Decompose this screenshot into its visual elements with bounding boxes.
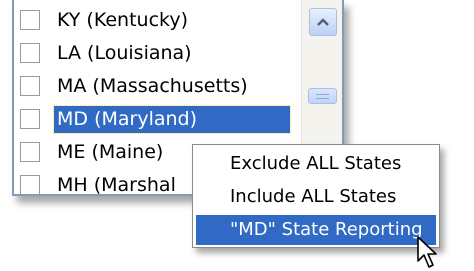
chevron-up-icon: [317, 18, 329, 26]
scroll-up-button[interactable]: [309, 8, 337, 36]
state-label: MD (Maryland): [53, 105, 291, 134]
state-row-la[interactable]: LA (Louisiana): [14, 37, 304, 70]
state-checkbox[interactable]: [20, 10, 40, 30]
state-checkbox[interactable]: [20, 43, 40, 63]
screen: KY (Kentucky) LA (Louisiana) MA (Massach…: [0, 0, 474, 271]
state-label: KY (Kentucky): [57, 9, 189, 31]
menu-item-include-all-states[interactable]: Include ALL States: [196, 182, 436, 212]
state-row-ky[interactable]: KY (Kentucky): [14, 4, 304, 37]
state-checkbox[interactable]: [20, 175, 40, 194]
scroll-thumb[interactable]: [308, 88, 337, 104]
state-label: MA (Massachusetts): [57, 75, 248, 97]
state-label: MH (Marshal: [57, 174, 176, 196]
state-label: LA (Louisiana): [57, 42, 192, 64]
state-label: ME (Maine): [57, 141, 164, 163]
context-menu: Exclude ALL States Include ALL States "M…: [192, 144, 440, 248]
state-row-md[interactable]: MD (Maryland): [14, 103, 304, 136]
arrow-pointer-icon: [417, 236, 437, 268]
state-row-ma[interactable]: MA (Massachusetts): [14, 70, 304, 103]
menu-item-state-reporting[interactable]: "MD" State Reporting: [196, 215, 436, 245]
state-checkbox[interactable]: [20, 142, 40, 162]
state-checkbox[interactable]: [20, 76, 40, 96]
menu-item-exclude-all-states[interactable]: Exclude ALL States: [196, 149, 436, 179]
state-checkbox[interactable]: [20, 109, 40, 129]
